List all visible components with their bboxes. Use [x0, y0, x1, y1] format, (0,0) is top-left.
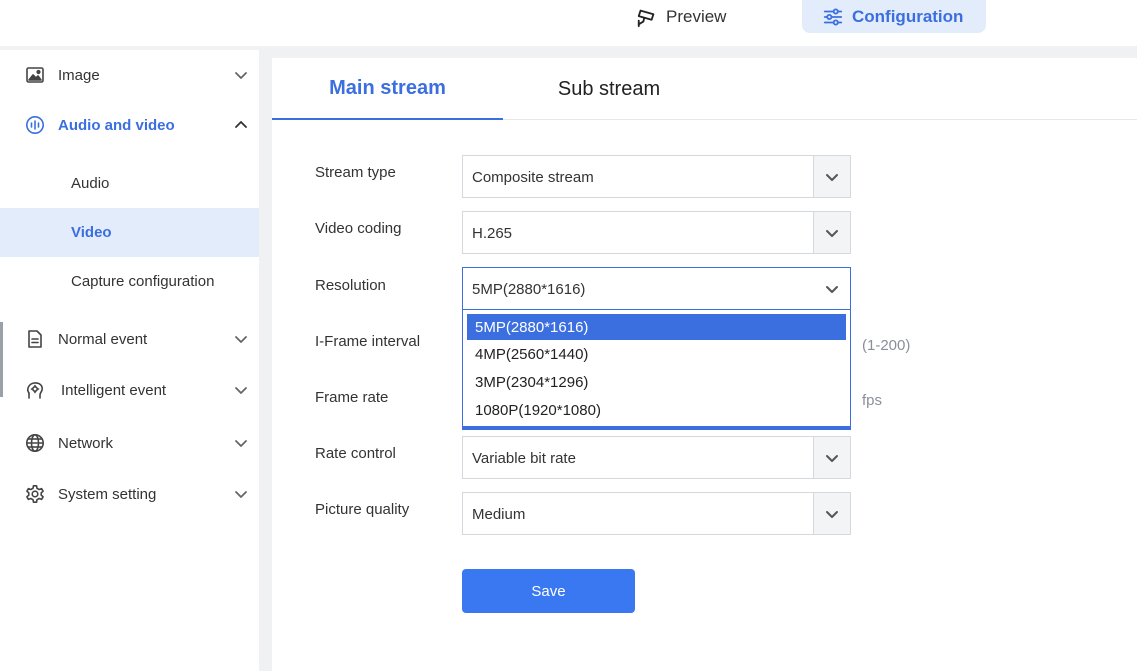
brain-icon [25, 380, 45, 400]
resolution-label: Resolution [315, 277, 386, 294]
save-button[interactable]: Save [462, 569, 635, 613]
globe-icon [25, 433, 45, 453]
iframe-interval-label: I-Frame interval [315, 333, 421, 350]
sidebar-subitem-video[interactable]: Video [0, 208, 259, 257]
stream-type-label: Stream type [315, 164, 396, 181]
sidebar-item-system-setting[interactable]: System setting [0, 474, 259, 514]
stream-tabs: Main stream Sub stream [272, 58, 1137, 120]
sidebar-item-intelligent-event[interactable]: Intelligent event [0, 370, 259, 410]
sidebar-item-label: System setting [58, 485, 157, 503]
select-value: Composite stream [472, 169, 594, 186]
tab-main-stream[interactable]: Main stream [272, 58, 503, 120]
sidebar-item-network[interactable]: Network [0, 423, 259, 463]
top-nav-bar: Preview Configuration [0, 0, 1137, 46]
configuration-tab-label: Configuration [852, 6, 964, 26]
audio-video-icon [25, 115, 45, 135]
tab-sub-stream[interactable]: Sub stream [503, 58, 715, 120]
gear-icon [25, 484, 45, 504]
resolution-option[interactable]: 4MP(2560*1440) [467, 341, 846, 367]
preview-tab-label: Preview [666, 6, 727, 26]
sidebar-subitem-label: Video [71, 224, 112, 241]
sidebar-item-label: Network [58, 434, 114, 452]
chevron-down-icon[interactable] [813, 156, 850, 197]
resolution-select[interactable]: 5MP(2880*1616) [462, 267, 851, 310]
preview-tab[interactable]: Preview [636, 0, 726, 33]
sidebar-subitem-label: Capture configuration [71, 273, 215, 290]
chevron-down-icon[interactable] [233, 67, 249, 83]
camera-icon [636, 6, 658, 28]
resolution-option[interactable]: 5MP(2880*1616) [467, 314, 846, 340]
sliders-icon [822, 6, 844, 28]
sidebar-subitem-capture-configuration[interactable]: Capture configuration [0, 257, 259, 306]
sidebar: Image Audio and video Audio Video Captur… [0, 50, 259, 671]
configuration-tab[interactable]: Configuration [802, 0, 986, 33]
sidebar-subitem-audio[interactable]: Audio [0, 159, 259, 208]
main-panel: Main stream Sub stream Stream type Compo… [272, 58, 1137, 671]
chevron-down-icon[interactable] [233, 382, 249, 398]
window-edge-handle [0, 322, 3, 397]
sidebar-item-label: Audio and video [58, 116, 175, 134]
chevron-down-icon[interactable] [233, 331, 249, 347]
resolution-option[interactable]: 1080P(1920*1080) [467, 397, 846, 423]
image-icon [25, 65, 45, 85]
tab-label: Sub stream [557, 77, 661, 100]
rate-control-label: Rate control [315, 445, 396, 462]
sidebar-item-image[interactable]: Image [0, 55, 259, 95]
chevron-down-icon[interactable] [813, 493, 850, 534]
stream-type-select[interactable]: Composite stream [462, 155, 851, 198]
chevron-down-icon[interactable] [813, 268, 850, 309]
sidebar-item-audio-and-video[interactable]: Audio and video [0, 105, 259, 145]
dropdown-bottom-border [463, 426, 850, 429]
frame-rate-unit: fps [862, 392, 883, 409]
video-coding-label: Video coding [315, 220, 402, 237]
sidebar-item-normal-event[interactable]: Normal event [0, 319, 259, 359]
chevron-down-icon[interactable] [233, 486, 249, 502]
chevron-down-icon[interactable] [813, 212, 850, 253]
rate-control-select[interactable]: Variable bit rate [462, 436, 851, 479]
frame-rate-label: Frame rate [315, 389, 389, 406]
video-coding-select[interactable]: H.265 [462, 211, 851, 254]
sidebar-item-label: Image [58, 66, 100, 84]
iframe-interval-range-hint: (1-200) [862, 337, 911, 354]
chevron-down-icon[interactable] [813, 437, 850, 478]
picture-quality-label: Picture quality [315, 501, 410, 518]
resolution-dropdown: 5MP(2880*1616) 4MP(2560*1440) 3MP(2304*1… [462, 310, 851, 430]
select-value: 5MP(2880*1616) [472, 281, 586, 298]
select-value: Variable bit rate [472, 450, 576, 467]
picture-quality-select[interactable]: Medium [462, 492, 851, 535]
chevron-up-icon[interactable] [233, 117, 249, 133]
select-value: H.265 [472, 225, 513, 242]
sidebar-item-label: Intelligent event [61, 381, 167, 399]
chevron-down-icon[interactable] [233, 435, 249, 451]
select-value: Medium [472, 506, 526, 523]
tab-label: Main stream [329, 76, 446, 99]
sidebar-item-label: Normal event [58, 330, 148, 348]
document-icon [25, 329, 45, 349]
sidebar-subitem-label: Audio [71, 175, 110, 192]
resolution-option[interactable]: 3MP(2304*1296) [467, 369, 846, 395]
